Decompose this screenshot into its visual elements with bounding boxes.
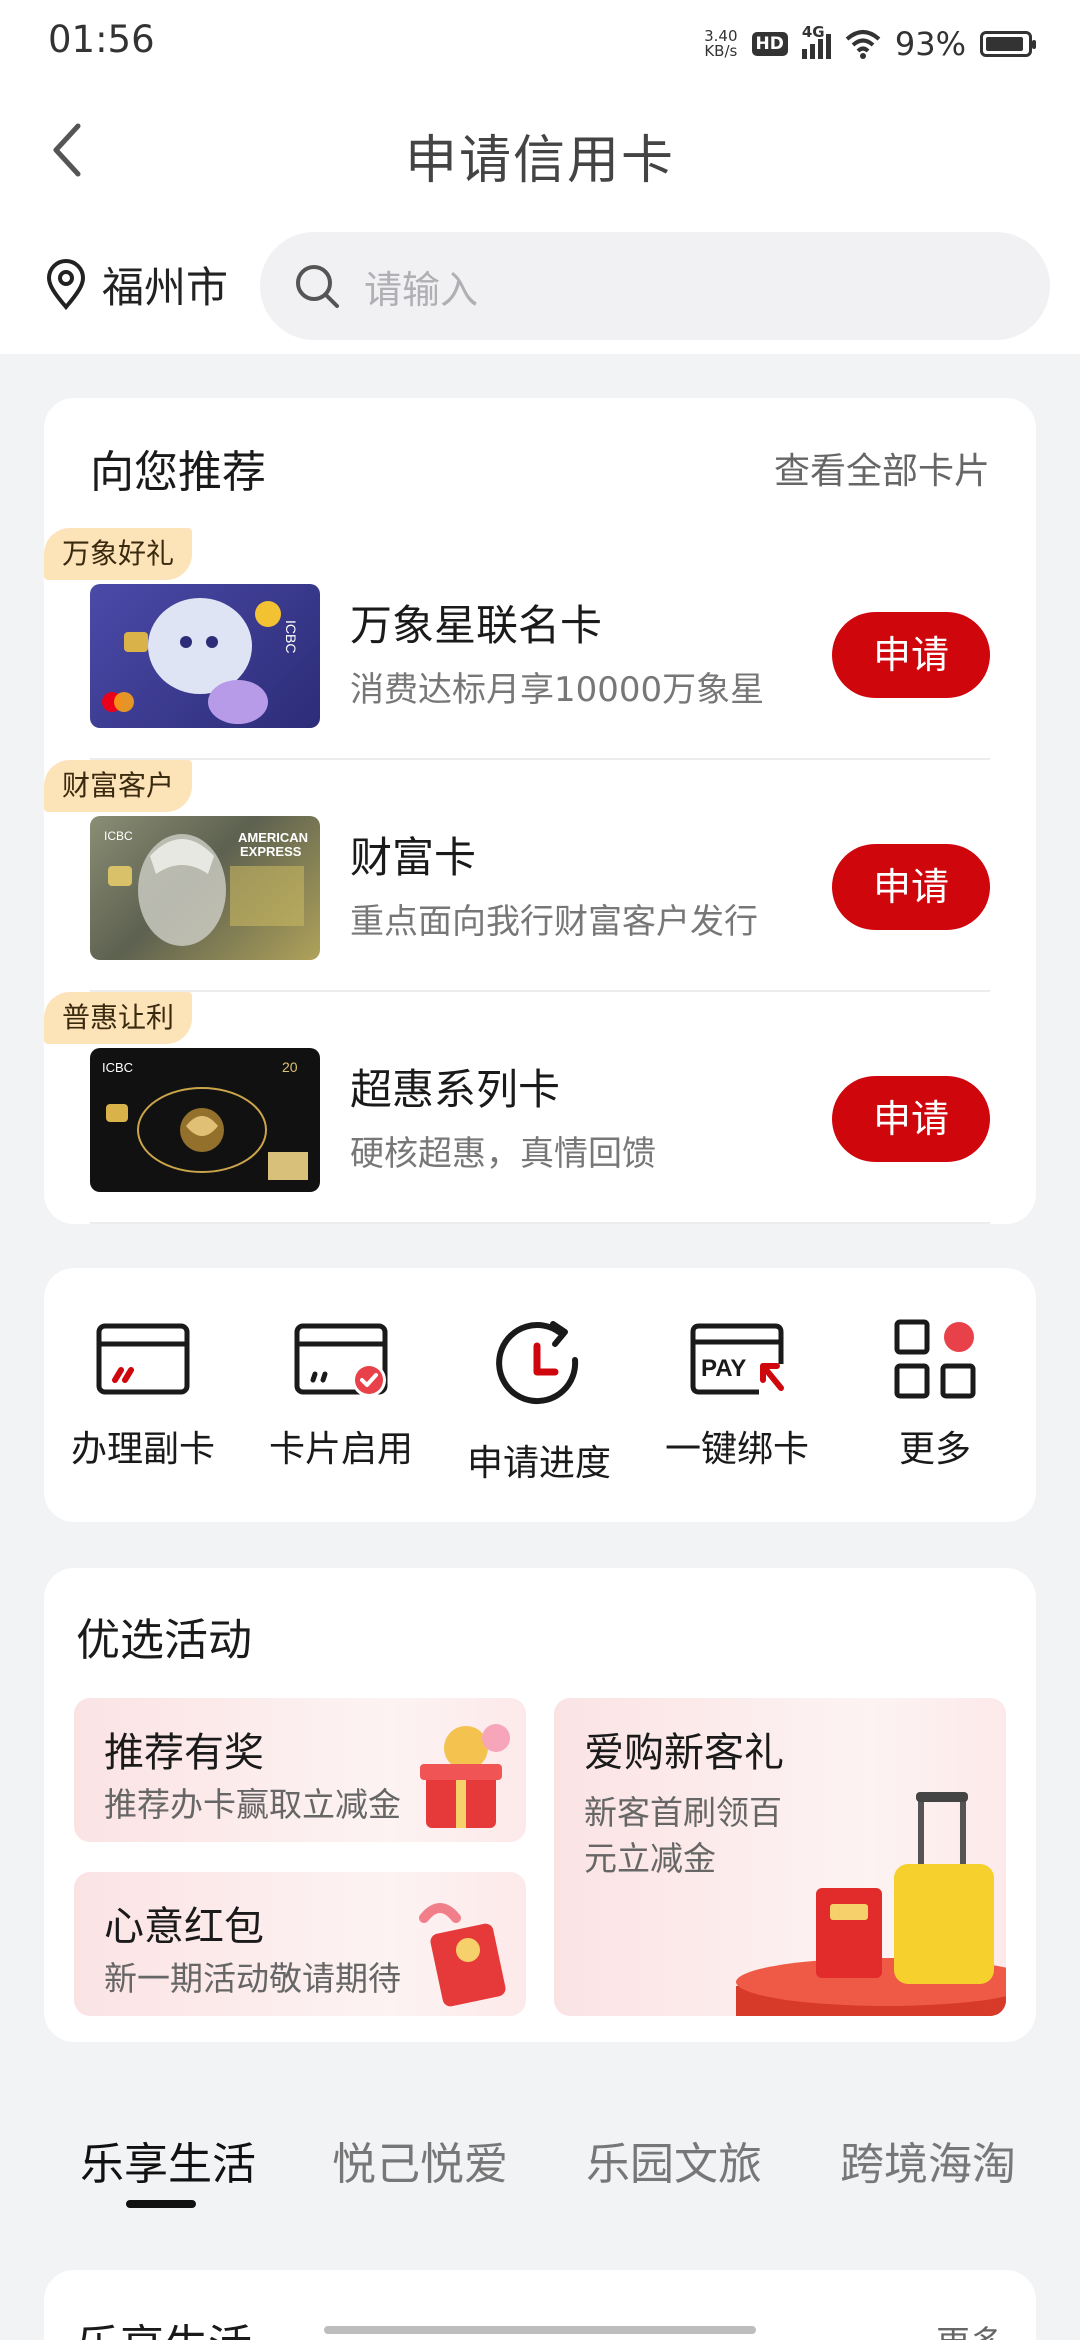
quick-action-card-activation[interactable]: 卡片启用 (242, 1318, 440, 1472)
activity-title: 心意红包 (104, 1904, 264, 1950)
battery-percent: 93% (894, 25, 966, 63)
activity-subtitle: 新客首刷领百元立减金 (584, 1793, 782, 1878)
svg-text:EXPRESS: EXPRESS (240, 844, 302, 859)
svg-text:ICBC: ICBC (102, 1060, 133, 1075)
location-search-bar: 福州市 请输入 (0, 232, 1080, 340)
activity-subtitle: 推荐办卡赢取立减金 (104, 1785, 401, 1824)
wealth-card-image: AMERICAN EXPRESS ICBC (90, 816, 320, 960)
card-item-wanxiang[interactable]: 万象好礼 ICBC 万象星联名卡 消费达标月享10000万象星 申请 (44, 528, 1036, 760)
refresh-clock-icon (496, 1321, 579, 1405)
home-indicator[interactable] (324, 2326, 756, 2334)
network-speed: 3.40 KB/s (704, 29, 737, 59)
section-more-link[interactable]: 更多 (936, 2316, 1004, 2340)
search-placeholder: 请输入 (364, 267, 479, 312)
quick-action-label: 办理副卡 (70, 1429, 215, 1470)
activity-tile-red-envelope[interactable]: 心意红包 新一期活动敬请期待 (74, 1872, 526, 2016)
tab-park-travel[interactable]: 乐园文旅 (586, 2128, 762, 2192)
quick-action-label: 卡片启用 (268, 1429, 413, 1470)
search-input[interactable]: 请输入 (260, 232, 1050, 340)
card-desc: 硬核超惠，真情回馈 (350, 1134, 656, 1174)
header: 申请信用卡 (0, 100, 1080, 200)
status-time: 01:56 (48, 18, 155, 61)
promo-tag: 财富客户 (44, 760, 193, 812)
promo-tag: 普惠让利 (44, 992, 193, 1044)
activities-card: 优选活动 推荐有奖 推荐办卡赢取立减金 心意红包 新一期活动敬请期待 爱购新客礼… (44, 1568, 1036, 2042)
activity-title: 推荐有奖 (104, 1730, 264, 1776)
activities-title: 优选活动 (76, 1615, 252, 1666)
apply-button[interactable]: 申请 (832, 1076, 990, 1162)
quick-actions-card: 办理副卡 卡片启用 申请进度 PAY 一键绑卡 更多 (44, 1268, 1036, 1522)
network-type: 4G (801, 23, 825, 41)
category-tabs: 乐享生活 悦己悦爱 乐园文旅 跨境海淘 (0, 2114, 1080, 2214)
card-item-chaohui[interactable]: 普惠让利 ICBC 20 超惠系列卡 硬核超惠，真情回馈 申请 (44, 992, 1036, 1224)
wanxiang-card-image: ICBC (90, 584, 320, 728)
divider (90, 1222, 990, 1224)
search-icon (296, 265, 339, 308)
hd-icon: HD (751, 32, 788, 56)
network-speed-unit: KB/s (704, 42, 738, 60)
quick-action-application-progress[interactable]: 申请进度 (440, 1318, 638, 1486)
svg-text:ICBC: ICBC (283, 620, 299, 653)
card-item-wealth[interactable]: 财富客户 AMERICAN EXPRESS ICBC 财富卡 重点面向我行财富客… (44, 760, 1036, 992)
card-name: 超惠系列卡 (350, 1065, 561, 1114)
card-icon (96, 1323, 190, 1395)
quick-action-label: 一键绑卡 (664, 1429, 809, 1470)
signal-icon: 4G (801, 23, 831, 59)
chaohui-card-image: ICBC 20 (90, 1048, 320, 1192)
tab-cross-border[interactable]: 跨境海淘 (840, 2128, 1016, 2192)
quick-action-quick-bind[interactable]: PAY 一键绑卡 (638, 1318, 836, 1472)
view-all-cards-link[interactable]: 查看全部卡片 (774, 442, 990, 494)
status-bar: 01:56 3.40 KB/s HD 4G 93% (0, 0, 1080, 86)
card-check-icon (294, 1323, 388, 1397)
apply-button[interactable]: 申请 (832, 844, 990, 930)
svg-text:AMERICAN: AMERICAN (238, 830, 308, 845)
battery-level (986, 37, 1024, 51)
gift-box-illustration (420, 1724, 510, 1828)
grid-more-icon (894, 1319, 976, 1399)
page-title: 申请信用卡 (404, 131, 675, 191)
wifi-icon (845, 30, 881, 59)
quick-action-more[interactable]: 更多 (836, 1318, 1034, 1472)
city-name: 福州市 (102, 263, 229, 312)
card-name: 万象星联名卡 (350, 601, 603, 650)
section-title: 乐享生活 (76, 2310, 252, 2340)
card-name: 财富卡 (350, 833, 477, 882)
top-panel: 01:56 3.40 KB/s HD 4G 93% 申请信用卡 福州市 请输入 (0, 0, 1080, 354)
card-desc: 重点面向我行财富客户发行 (350, 902, 758, 942)
location-pin-icon (46, 258, 86, 310)
promo-tag: 万象好礼 (44, 528, 193, 580)
pay-bind-icon: PAY (690, 1323, 784, 1395)
active-tab-indicator (126, 2200, 196, 2208)
status-icons: 3.40 KB/s HD 4G 93% (704, 22, 1036, 66)
city-selector[interactable]: 福州市 (44, 254, 228, 315)
activity-tile-referral[interactable]: 推荐有奖 推荐办卡赢取立减金 (74, 1698, 526, 1842)
svg-text:PAY: PAY (701, 1355, 746, 1382)
card-desc: 消费达标月享10000万象星 (350, 670, 765, 710)
apply-button[interactable]: 申请 (832, 612, 990, 698)
quick-action-supplementary-card[interactable]: 办理副卡 (44, 1318, 242, 1472)
activity-subtitle: 新一期活动敬请期待 (104, 1959, 401, 1998)
svg-text:ICBC: ICBC (104, 829, 133, 843)
activity-tile-new-customer[interactable]: 爱购新客礼 新客首刷领百元立减金 (554, 1698, 1006, 2016)
recommend-title: 向您推荐 (90, 447, 266, 498)
tab-self-love[interactable]: 悦己悦爱 (332, 2128, 508, 2192)
svg-text:20: 20 (282, 1059, 298, 1075)
battery-icon (980, 31, 1036, 57)
tab-enjoy-life[interactable]: 乐享生活 (80, 2128, 256, 2192)
quick-action-label: 更多 (898, 1429, 971, 1470)
quick-action-label: 申请进度 (466, 1443, 611, 1484)
recommend-card: 向您推荐 查看全部卡片 万象好礼 ICBC 万象星联名卡 消费达标月享10000… (44, 398, 1036, 1224)
red-envelope-illustration (419, 1903, 506, 2007)
activity-title: 爱购新客礼 (584, 1730, 784, 1776)
